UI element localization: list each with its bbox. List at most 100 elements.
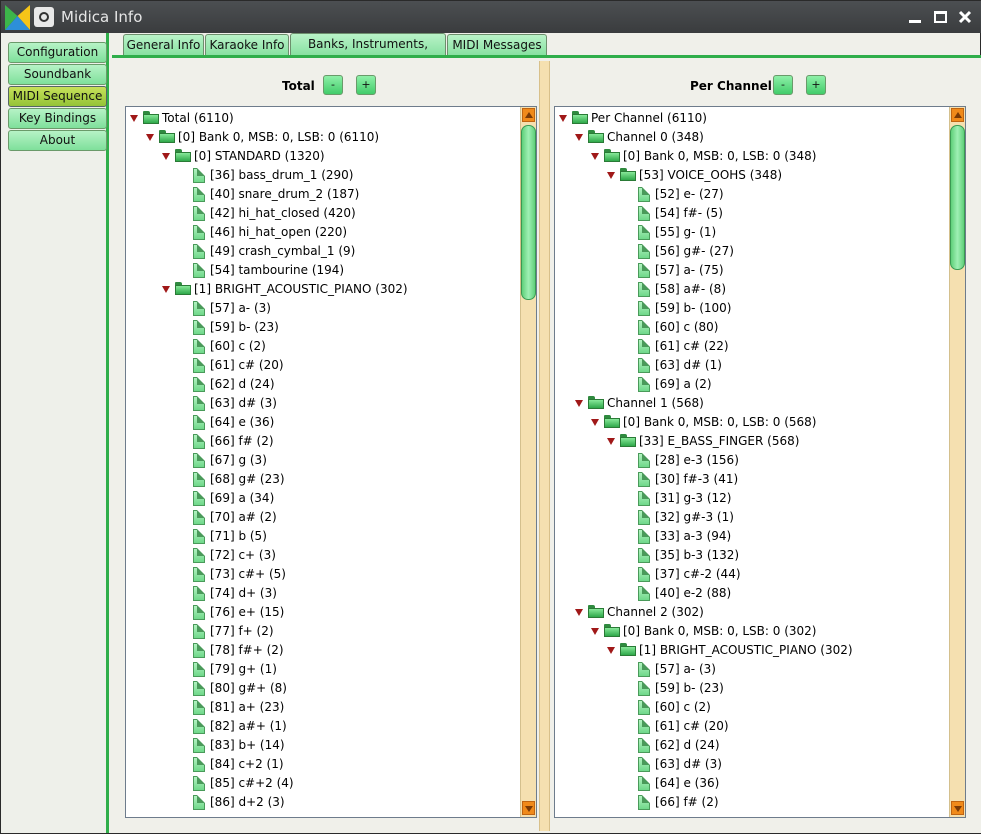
total-expand-button[interactable]: + bbox=[356, 75, 376, 95]
total-tree-scrollbar[interactable] bbox=[520, 107, 536, 817]
tree-row[interactable]: [42] hi_hat_closed (420) bbox=[126, 204, 520, 223]
tree-row[interactable]: [68] g# (23) bbox=[126, 470, 520, 489]
tree-row[interactable]: [64] e (36) bbox=[126, 413, 520, 432]
tree-row[interactable]: Channel 2 (302) bbox=[555, 603, 949, 622]
tab-midi-messages[interactable]: MIDI Messages bbox=[447, 34, 547, 56]
maximize-button[interactable] bbox=[929, 6, 951, 28]
tree-row[interactable]: [60] c (2) bbox=[126, 337, 520, 356]
tree-row[interactable]: [33] E_BASS_FINGER (568) bbox=[555, 432, 949, 451]
tree-row[interactable]: [61] c# (20) bbox=[555, 717, 949, 736]
tree-row[interactable]: [35] b-3 (132) bbox=[555, 546, 949, 565]
tree-row[interactable]: [63] d# (1) bbox=[555, 356, 949, 375]
tree-row[interactable]: Per Channel (6110) bbox=[555, 109, 949, 128]
expand-arrow-icon[interactable] bbox=[146, 134, 154, 141]
tree-row[interactable]: [52] e- (27) bbox=[555, 185, 949, 204]
tree-row[interactable]: [49] crash_cymbal_1 (9) bbox=[126, 242, 520, 261]
scroll-thumb[interactable] bbox=[950, 125, 965, 270]
scroll-down-arrow-icon[interactable] bbox=[522, 801, 535, 815]
expand-arrow-icon[interactable] bbox=[575, 134, 583, 141]
tree-row[interactable]: [67] g (3) bbox=[126, 451, 520, 470]
tree-row[interactable]: [64] e (36) bbox=[555, 774, 949, 793]
tree-row[interactable]: [60] c (2) bbox=[555, 698, 949, 717]
tree-row[interactable]: [66] f# (2) bbox=[126, 432, 520, 451]
tree-row[interactable]: [31] g-3 (12) bbox=[555, 489, 949, 508]
expand-arrow-icon[interactable] bbox=[575, 400, 583, 407]
expand-arrow-icon[interactable] bbox=[607, 438, 615, 445]
per-channel-expand-button[interactable]: + bbox=[806, 75, 826, 95]
tree-row[interactable]: Total (6110) bbox=[126, 109, 520, 128]
per-channel-collapse-button[interactable]: - bbox=[773, 75, 793, 95]
tree-row[interactable]: [61] c# (22) bbox=[555, 337, 949, 356]
tree-row[interactable]: [74] d+ (3) bbox=[126, 584, 520, 603]
total-collapse-button[interactable]: - bbox=[323, 75, 343, 95]
tree-row[interactable]: [33] a-3 (94) bbox=[555, 527, 949, 546]
tree-row[interactable]: [0] STANDARD (1320) bbox=[126, 147, 520, 166]
tree-row[interactable]: [79] g+ (1) bbox=[126, 660, 520, 679]
tree-row[interactable]: [0] Bank 0, MSB: 0, LSB: 0 (348) bbox=[555, 147, 949, 166]
tree-row[interactable]: [70] a# (2) bbox=[126, 508, 520, 527]
per-channel-tree-scrollbar[interactable] bbox=[949, 107, 965, 817]
expand-arrow-icon[interactable] bbox=[591, 153, 599, 160]
tree-row[interactable]: [81] a+ (23) bbox=[126, 698, 520, 717]
tree-row[interactable]: [60] c (80) bbox=[555, 318, 949, 337]
expand-arrow-icon[interactable] bbox=[559, 115, 567, 122]
close-button[interactable] bbox=[954, 6, 976, 28]
tab-banks-instruments-notes[interactable]: Banks, Instruments, Notes bbox=[290, 33, 446, 71]
scroll-up-arrow-icon[interactable] bbox=[522, 108, 535, 122]
tree-row[interactable]: [40] snare_drum_2 (187) bbox=[126, 185, 520, 204]
expand-arrow-icon[interactable] bbox=[162, 286, 170, 293]
tree-row[interactable]: [1] BRIGHT_ACOUSTIC_PIANO (302) bbox=[126, 280, 520, 299]
tree-row[interactable]: [63] d# (3) bbox=[126, 394, 520, 413]
tree-row[interactable]: [69] a (34) bbox=[126, 489, 520, 508]
tree-row[interactable]: [61] c# (20) bbox=[126, 356, 520, 375]
tree-row[interactable]: [85] c#+2 (4) bbox=[126, 774, 520, 793]
tree-row[interactable]: [82] a#+ (1) bbox=[126, 717, 520, 736]
tree-row[interactable]: [36] bass_drum_1 (290) bbox=[126, 166, 520, 185]
tree-row[interactable]: [46] hi_hat_open (220) bbox=[126, 223, 520, 242]
tree-row[interactable]: [72] c+ (3) bbox=[126, 546, 520, 565]
expand-arrow-icon[interactable] bbox=[607, 172, 615, 179]
tree-row[interactable]: [73] c#+ (5) bbox=[126, 565, 520, 584]
expand-arrow-icon[interactable] bbox=[130, 115, 138, 122]
scroll-down-arrow-icon[interactable] bbox=[951, 801, 964, 815]
tree-row[interactable]: [84] c+2 (1) bbox=[126, 755, 520, 774]
tree-row[interactable]: Channel 1 (568) bbox=[555, 394, 949, 413]
tree-row[interactable]: [57] a- (3) bbox=[126, 299, 520, 318]
tree-row[interactable]: [63] d# (3) bbox=[555, 755, 949, 774]
minimize-button[interactable] bbox=[904, 6, 926, 28]
tree-row[interactable]: [58] a#- (8) bbox=[555, 280, 949, 299]
tree-row[interactable]: [66] f# (2) bbox=[555, 793, 949, 812]
tree-row[interactable]: [76] e+ (15) bbox=[126, 603, 520, 622]
tree-row[interactable]: [40] e-2 (88) bbox=[555, 584, 949, 603]
tree-row[interactable]: [54] tambourine (194) bbox=[126, 261, 520, 280]
window-menu-icon[interactable] bbox=[34, 7, 54, 27]
tree-row[interactable]: [28] e-3 (156) bbox=[555, 451, 949, 470]
tree-row[interactable]: [0] Bank 0, MSB: 0, LSB: 0 (6110) bbox=[126, 128, 520, 147]
tree-row[interactable]: [83] b+ (14) bbox=[126, 736, 520, 755]
expand-arrow-icon[interactable] bbox=[575, 609, 583, 616]
tree-row[interactable]: [59] b- (23) bbox=[555, 679, 949, 698]
tree-row[interactable]: [37] c#-2 (44) bbox=[555, 565, 949, 584]
tree-row[interactable]: [59] b- (23) bbox=[126, 318, 520, 337]
expand-arrow-icon[interactable] bbox=[162, 153, 170, 160]
tree-row[interactable]: [62] d (24) bbox=[126, 375, 520, 394]
expand-arrow-icon[interactable] bbox=[591, 628, 599, 635]
tab-karaoke-info[interactable]: Karaoke Info bbox=[205, 34, 289, 56]
tree-row[interactable]: [62] d (24) bbox=[555, 736, 949, 755]
tree-row[interactable]: [69] a (2) bbox=[555, 375, 949, 394]
tree-row[interactable]: [59] b- (100) bbox=[555, 299, 949, 318]
sidebar-item-soundbank[interactable]: Soundbank bbox=[8, 64, 107, 85]
tree-row[interactable]: [0] Bank 0, MSB: 0, LSB: 0 (568) bbox=[555, 413, 949, 432]
tree-row[interactable]: [77] f+ (2) bbox=[126, 622, 520, 641]
tree-row[interactable]: [30] f#-3 (41) bbox=[555, 470, 949, 489]
split-pane-divider[interactable] bbox=[539, 61, 550, 831]
tree-row[interactable]: [56] g#- (27) bbox=[555, 242, 949, 261]
tree-row[interactable]: [57] a- (75) bbox=[555, 261, 949, 280]
tree-row[interactable]: [57] a- (3) bbox=[555, 660, 949, 679]
tree-row[interactable]: [54] f#- (5) bbox=[555, 204, 949, 223]
expand-arrow-icon[interactable] bbox=[591, 419, 599, 426]
sidebar-item-key-bindings[interactable]: Key Bindings bbox=[8, 108, 107, 129]
expand-arrow-icon[interactable] bbox=[607, 647, 615, 654]
sidebar-item-configuration[interactable]: Configuration bbox=[8, 42, 107, 63]
tab-general-info[interactable]: General Info bbox=[123, 34, 204, 56]
